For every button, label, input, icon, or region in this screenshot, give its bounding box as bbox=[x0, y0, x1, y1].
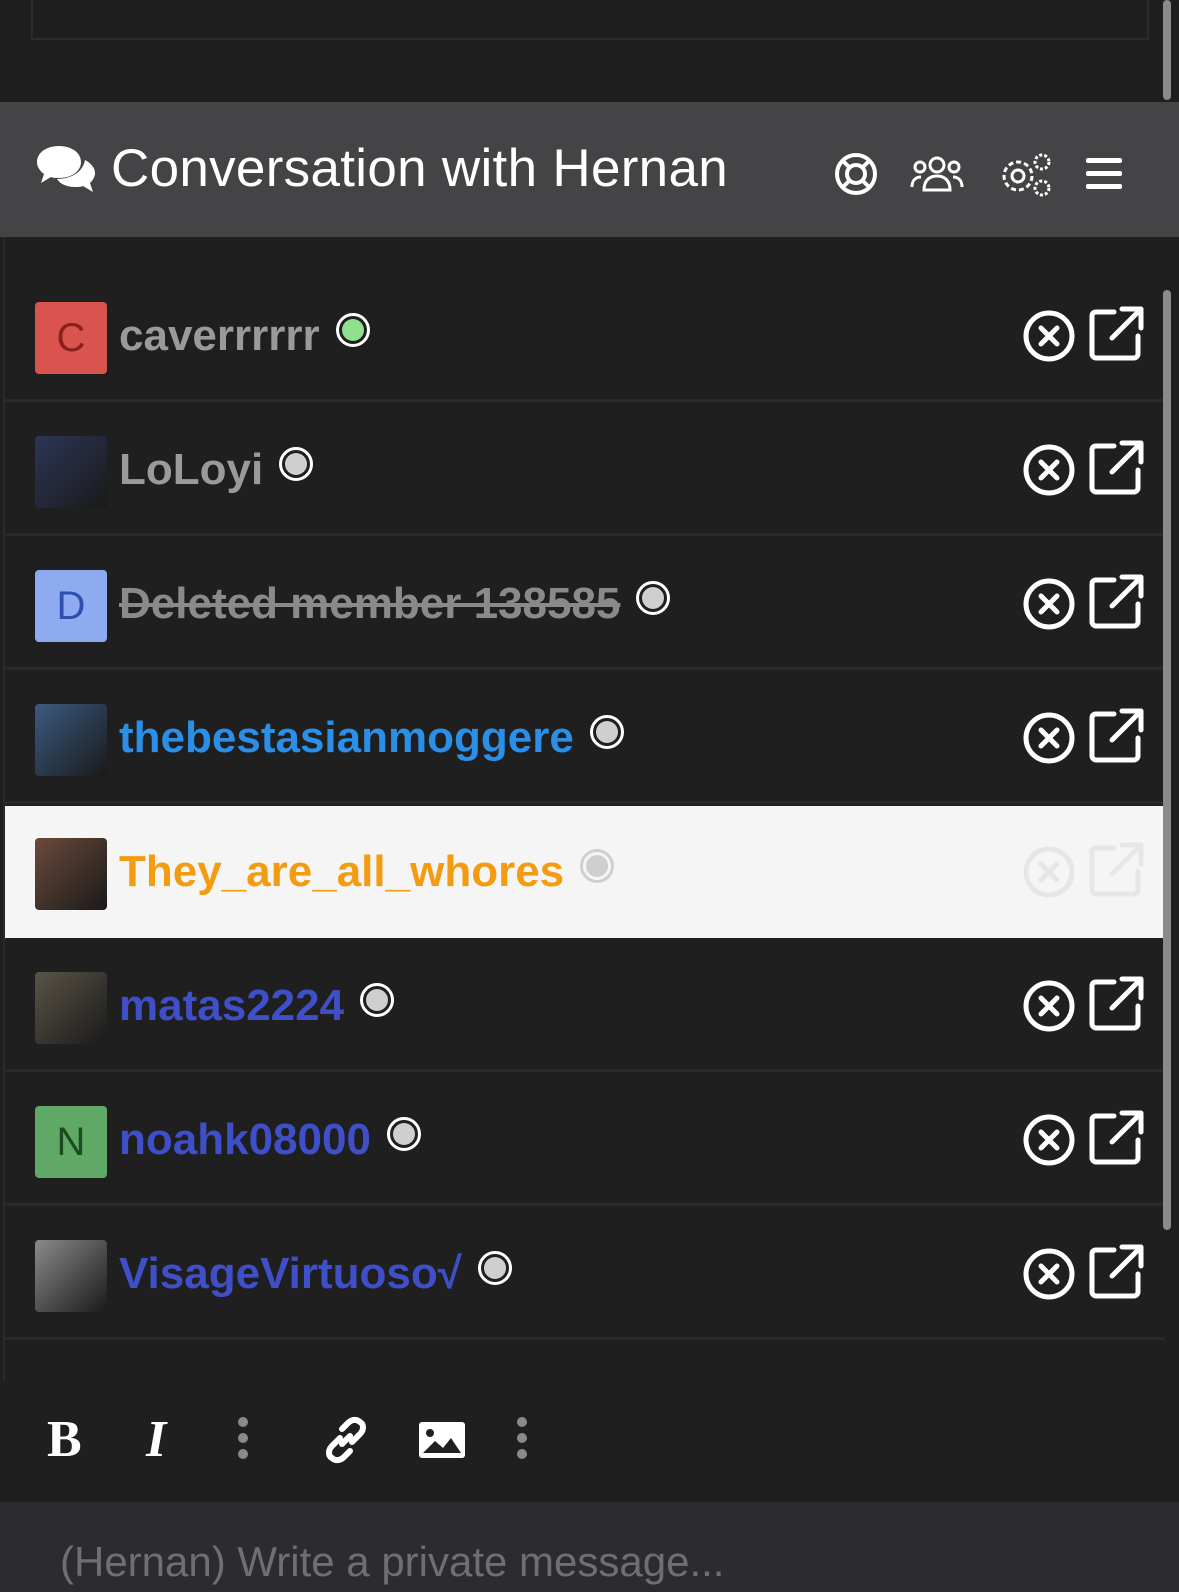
avatar[interactable] bbox=[35, 972, 107, 1044]
avatar[interactable]: D bbox=[35, 570, 107, 642]
participant-row[interactable]: Ccaverrrrrr bbox=[5, 270, 1165, 402]
participant-name[interactable]: They_are_all_whores bbox=[119, 847, 564, 897]
external-link-icon[interactable] bbox=[1088, 1108, 1146, 1171]
menu-icon[interactable] bbox=[1084, 156, 1124, 192]
users-icon[interactable] bbox=[910, 154, 964, 194]
link-icon[interactable] bbox=[320, 1414, 372, 1471]
external-link-icon[interactable] bbox=[1088, 304, 1146, 367]
comments-icon bbox=[35, 142, 99, 194]
close-icon[interactable] bbox=[1021, 1246, 1077, 1307]
more-insert-icon[interactable] bbox=[514, 1416, 530, 1469]
close-icon[interactable] bbox=[1021, 1112, 1077, 1173]
conversation-title: Conversation with Hernan bbox=[111, 139, 729, 198]
participant-row[interactable]: matas2224 bbox=[5, 940, 1165, 1072]
avatar-initial: C bbox=[56, 315, 86, 360]
avatar[interactable] bbox=[35, 704, 107, 776]
participant-name[interactable]: matas2224 bbox=[119, 981, 344, 1031]
close-icon[interactable] bbox=[1021, 308, 1077, 369]
previous-panel-edge bbox=[31, 0, 1149, 40]
avatar[interactable] bbox=[35, 436, 107, 508]
participant-name[interactable]: VisageVirtuoso√ bbox=[119, 1249, 462, 1299]
participant-row[interactable]: thebestasianmoggere bbox=[5, 672, 1165, 804]
offline-status-icon bbox=[589, 715, 624, 749]
svg-text:I: I bbox=[145, 1414, 168, 1462]
offline-status-icon bbox=[477, 1251, 512, 1285]
participant-name[interactable]: noahk08000 bbox=[119, 1115, 371, 1165]
message-input[interactable] bbox=[60, 1532, 1140, 1592]
participant-name[interactable]: Deleted member 138585 bbox=[119, 579, 620, 629]
external-link-icon[interactable] bbox=[1088, 840, 1146, 903]
message-composer bbox=[0, 1502, 1179, 1592]
close-icon[interactable] bbox=[1021, 978, 1077, 1039]
offline-status-icon bbox=[386, 1117, 421, 1151]
gears-icon[interactable] bbox=[998, 152, 1054, 198]
participant-name[interactable]: LoLoyi bbox=[119, 445, 263, 495]
list-scrollbar[interactable] bbox=[1163, 290, 1171, 1230]
svg-text:B: B bbox=[47, 1414, 82, 1462]
avatar[interactable] bbox=[35, 838, 107, 910]
page-scrollbar[interactable] bbox=[1163, 0, 1171, 100]
lifebuoy-icon[interactable] bbox=[834, 152, 878, 196]
image-icon[interactable] bbox=[417, 1420, 467, 1465]
avatar-initial: N bbox=[56, 1119, 86, 1164]
participant-row[interactable]: Nnoahk08000 bbox=[5, 1074, 1165, 1206]
editor-toolbar: B I bbox=[0, 1382, 1179, 1500]
external-link-icon[interactable] bbox=[1088, 438, 1146, 501]
offline-status-icon bbox=[580, 849, 615, 883]
offline-status-icon bbox=[279, 447, 314, 481]
participant-row[interactable]: VisageVirtuoso√ bbox=[5, 1208, 1165, 1340]
external-link-icon[interactable] bbox=[1088, 706, 1146, 769]
participant-name[interactable]: caverrrrrr bbox=[119, 311, 320, 361]
bold-icon[interactable]: B bbox=[45, 1411, 87, 1468]
participant-name[interactable]: thebestasianmoggere bbox=[119, 713, 574, 763]
close-icon[interactable] bbox=[1021, 844, 1077, 905]
avatar[interactable] bbox=[35, 1240, 107, 1312]
participant-row[interactable]: D Deleted member 138585 bbox=[5, 538, 1165, 670]
external-link-icon[interactable] bbox=[1088, 974, 1146, 1037]
participant-list: Ccaverrrrrr LoLoyi D Deleted member 138585 t… bbox=[3, 237, 1165, 1382]
offline-status-icon bbox=[360, 983, 395, 1017]
external-link-icon[interactable] bbox=[1088, 572, 1146, 635]
external-link-icon[interactable] bbox=[1088, 1242, 1146, 1305]
italic-icon[interactable]: I bbox=[142, 1411, 180, 1468]
offline-status-icon bbox=[636, 581, 671, 615]
avatar[interactable]: N bbox=[35, 1106, 107, 1178]
close-icon[interactable] bbox=[1021, 576, 1077, 637]
participant-row[interactable]: They_are_all_whores bbox=[5, 806, 1165, 938]
close-icon[interactable] bbox=[1021, 442, 1077, 503]
online-status-icon bbox=[335, 313, 370, 347]
participant-row[interactable]: LoLoyi bbox=[5, 404, 1165, 536]
more-text-icon[interactable] bbox=[235, 1416, 251, 1469]
avatar-initial: D bbox=[56, 583, 86, 628]
close-icon[interactable] bbox=[1021, 710, 1077, 771]
avatar[interactable]: C bbox=[35, 302, 107, 374]
